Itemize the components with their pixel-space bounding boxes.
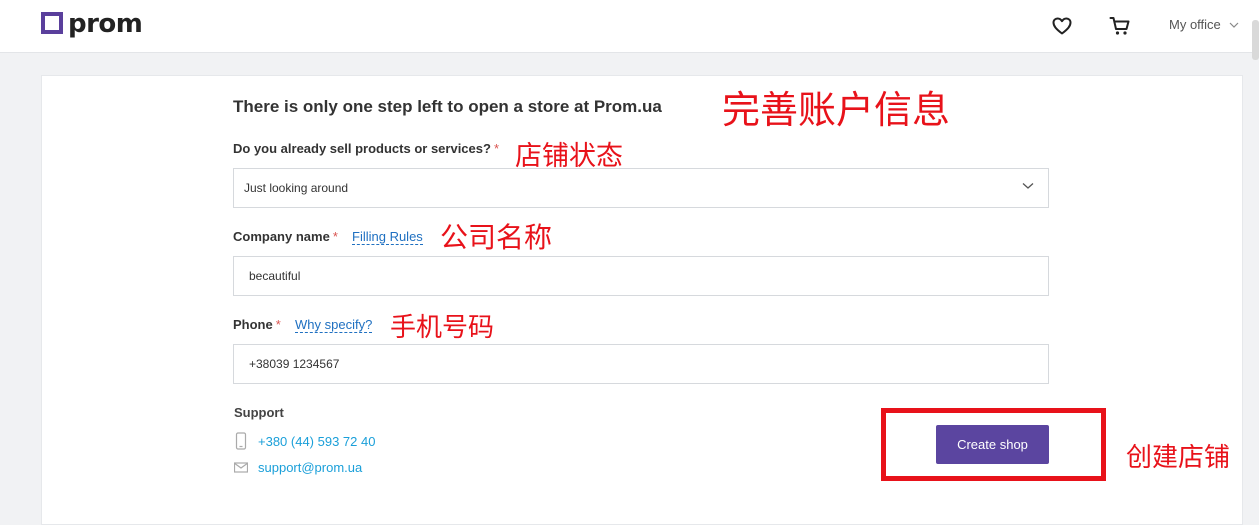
annotation-create-shop: 创建店铺	[1126, 443, 1231, 473]
support-phone-row: +380 (44) 593 72 40	[234, 432, 375, 450]
mobile-phone-icon	[235, 432, 247, 450]
phone-input[interactable]	[233, 344, 1049, 384]
company-name-input[interactable]	[233, 256, 1049, 296]
support-phone-link[interactable]: +380 (44) 593 72 40	[258, 434, 375, 449]
cart-icon[interactable]	[1108, 14, 1132, 38]
page-title: There is only one step left to open a st…	[233, 97, 662, 116]
support-email-row: support@prom.ua	[234, 458, 362, 476]
sell-question-label: Do you already sell products or services…	[233, 141, 499, 156]
logo-text: prom	[68, 9, 143, 39]
annotation-heading: 完善账户信息	[722, 88, 951, 132]
chevron-down-icon	[1022, 183, 1034, 189]
scrollbar[interactable]	[1252, 20, 1259, 60]
filling-rules-link[interactable]: Filling Rules	[352, 229, 423, 245]
required-mark: *	[275, 317, 281, 332]
company-name-text: Company name	[233, 229, 330, 244]
my-office-label: My office	[1169, 17, 1221, 32]
top-bar: prom My office	[0, 0, 1259, 53]
support-email-link[interactable]: support@prom.ua	[258, 460, 362, 475]
sell-question-text: Do you already sell products or services…	[233, 141, 491, 156]
required-mark: *	[332, 229, 338, 244]
envelope-icon	[234, 462, 248, 473]
company-name-label: Company name *	[233, 229, 338, 244]
required-mark: *	[493, 141, 499, 156]
heart-icon[interactable]	[1050, 14, 1074, 38]
annotation-phone-number: 手机号码	[390, 313, 495, 343]
create-shop-button[interactable]: Create shop	[936, 425, 1049, 464]
chevron-down-icon	[1229, 22, 1239, 28]
logo-square-icon	[41, 12, 63, 34]
support-title: Support	[234, 405, 284, 420]
my-office-menu[interactable]: My office	[1169, 17, 1239, 32]
sell-status-value: Just looking around	[244, 181, 349, 195]
phone-label: Phone *	[233, 317, 281, 332]
why-specify-link[interactable]: Why specify?	[295, 317, 373, 333]
sell-status-select[interactable]: Just looking around	[233, 168, 1049, 208]
annotation-company-name: 公司名称	[440, 221, 553, 254]
phone-text: Phone	[233, 317, 273, 332]
